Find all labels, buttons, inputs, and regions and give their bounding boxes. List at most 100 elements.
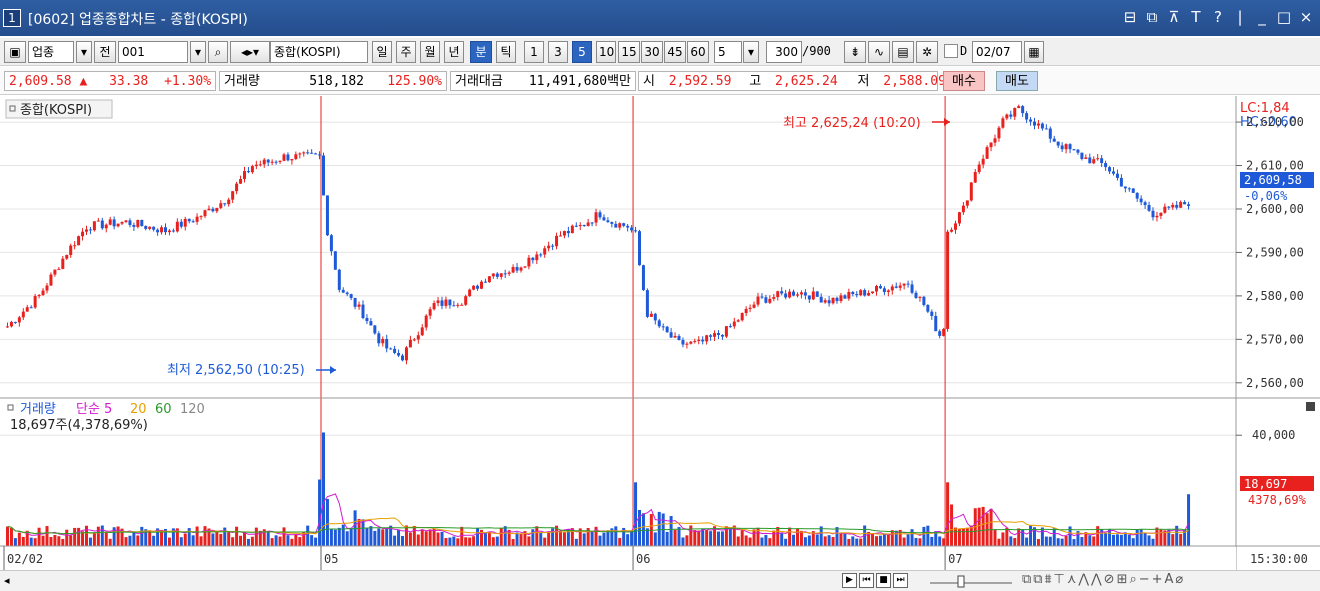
- minute-15[interactable]: 15: [618, 41, 640, 63]
- candle: [985, 147, 989, 159]
- candle: [495, 273, 499, 277]
- window-number-icon[interactable]: 1: [3, 9, 21, 27]
- candle: [286, 154, 290, 161]
- volume-bar: [239, 535, 243, 546]
- sell-button[interactable]: 매도: [996, 71, 1038, 91]
- minute-30[interactable]: 30: [641, 41, 663, 63]
- volume-bar: [677, 527, 681, 546]
- volume-bar: [1139, 529, 1143, 546]
- volume-bar: [460, 526, 464, 546]
- code-dropdown-icon[interactable]: ▾: [190, 41, 206, 63]
- candle: [57, 268, 61, 270]
- indicator-icon[interactable]: ∿: [868, 41, 890, 63]
- volume-bar: [1044, 536, 1048, 546]
- minimize-icon[interactable]: _: [1254, 8, 1270, 26]
- candle: [480, 281, 483, 289]
- duplicate-window-icon[interactable]: ⧉: [1144, 8, 1160, 26]
- settings-gear-icon[interactable]: ✲: [916, 41, 938, 63]
- layout-icon[interactable]: ▣: [4, 41, 26, 63]
- candle: [1127, 188, 1131, 190]
- sector-select[interactable]: 업종: [28, 41, 74, 63]
- period-minute[interactable]: 분: [470, 41, 492, 63]
- search-icon[interactable]: ⌕: [208, 41, 228, 63]
- last-icon[interactable]: ⏭: [893, 573, 908, 588]
- low-value: 2,588.09: [883, 74, 946, 89]
- minute-5[interactable]: 5: [572, 41, 592, 63]
- font-icon[interactable]: T: [1188, 8, 1204, 26]
- volume-bar: [41, 535, 45, 546]
- pin-icon[interactable]: ⊼: [1166, 8, 1182, 26]
- volume-bar: [768, 538, 772, 546]
- volume-bar: [772, 530, 776, 546]
- stop-icon[interactable]: ■: [876, 573, 891, 588]
- candle: [977, 164, 981, 172]
- candle: [918, 296, 922, 298]
- volume-bar: [140, 526, 144, 546]
- compare-icon[interactable]: ⇟: [844, 41, 866, 63]
- sector-dropdown-icon[interactable]: ▾: [76, 41, 92, 63]
- chart-scrollbar[interactable]: ◂ ▶ ⏮ ■ ⏭ ⧉⧉⩩⊤⋏⋀⋀⊘⊞⌕−+A⌀: [0, 570, 1320, 591]
- volume-bar: [878, 535, 882, 546]
- whole-button[interactable]: 전: [94, 41, 116, 63]
- candle: [140, 219, 144, 227]
- candle: [815, 291, 819, 297]
- period-day[interactable]: 일: [372, 41, 392, 63]
- buy-button[interactable]: 매수: [943, 71, 985, 91]
- y-tick-label: 2,600,00: [1246, 202, 1304, 216]
- candle: [689, 341, 693, 344]
- pane-menu-icon[interactable]: [1306, 402, 1315, 411]
- volume-bar: [420, 529, 424, 546]
- volume-bar: [831, 536, 835, 546]
- minute-60[interactable]: 60: [687, 41, 709, 63]
- volume-bar: [464, 537, 468, 546]
- date-input[interactable]: 02/07: [972, 41, 1022, 63]
- minute-45[interactable]: 45: [664, 41, 686, 63]
- candle: [337, 269, 341, 290]
- candle: [468, 289, 472, 297]
- zoom-slider[interactable]: [928, 573, 1014, 589]
- minute-3[interactable]: 3: [548, 41, 568, 63]
- candle: [235, 183, 239, 192]
- volume-bar: [246, 538, 250, 546]
- help-icon[interactable]: ?: [1210, 8, 1226, 26]
- maximize-icon[interactable]: □: [1276, 8, 1292, 26]
- drawing-tools-icon[interactable]: ⧉⧉⩩⊤⋏⋀⋀⊘⊞⌕−+A⌀: [1022, 572, 1185, 587]
- period-tick[interactable]: 틱: [496, 41, 516, 63]
- split-window-icon[interactable]: ⊟: [1122, 8, 1138, 26]
- candle: [507, 272, 511, 274]
- candle: [404, 347, 408, 361]
- candle: [914, 292, 918, 298]
- period-week[interactable]: 주: [396, 41, 416, 63]
- minute-10[interactable]: 10: [596, 41, 616, 63]
- period-month[interactable]: 월: [420, 41, 440, 63]
- volume-bar: [977, 507, 981, 546]
- ma-120-label: 120: [180, 402, 205, 417]
- scroll-left-icon[interactable]: ◂: [4, 574, 10, 587]
- candle: [250, 166, 254, 173]
- calendar-icon[interactable]: ▦: [1024, 41, 1044, 63]
- period-year[interactable]: 년: [444, 41, 464, 63]
- separator: |: [1237, 8, 1243, 26]
- play-icon[interactable]: ▶: [842, 573, 857, 588]
- count-input[interactable]: 300: [766, 41, 802, 63]
- code-input[interactable]: 001: [118, 41, 188, 63]
- close-icon[interactable]: ×: [1298, 8, 1314, 26]
- volume-bar: [693, 530, 697, 546]
- candle: [559, 235, 562, 237]
- date-checkbox[interactable]: [944, 44, 958, 58]
- minute-1[interactable]: 1: [524, 41, 544, 63]
- interval-dropdown-icon[interactable]: ▾: [743, 41, 759, 63]
- candle: [239, 179, 243, 184]
- candle: [61, 258, 65, 269]
- first-icon[interactable]: ⏮: [859, 573, 874, 588]
- price-chart[interactable]: 종합(KOSPI) LC:1,84 HC:-0,60 2,620,002,610…: [0, 96, 1320, 570]
- volume-bar: [215, 531, 219, 546]
- prev-next-icon[interactable]: ◂▸▾: [230, 41, 270, 63]
- volume-bar: [507, 529, 511, 546]
- save-icon[interactable]: ▤: [892, 41, 914, 63]
- interval-input[interactable]: 5: [714, 41, 742, 63]
- current-volume-tag-text: 18,697: [1244, 477, 1287, 491]
- volume-bar: [602, 532, 606, 546]
- candle: [562, 231, 566, 236]
- candle: [452, 305, 456, 307]
